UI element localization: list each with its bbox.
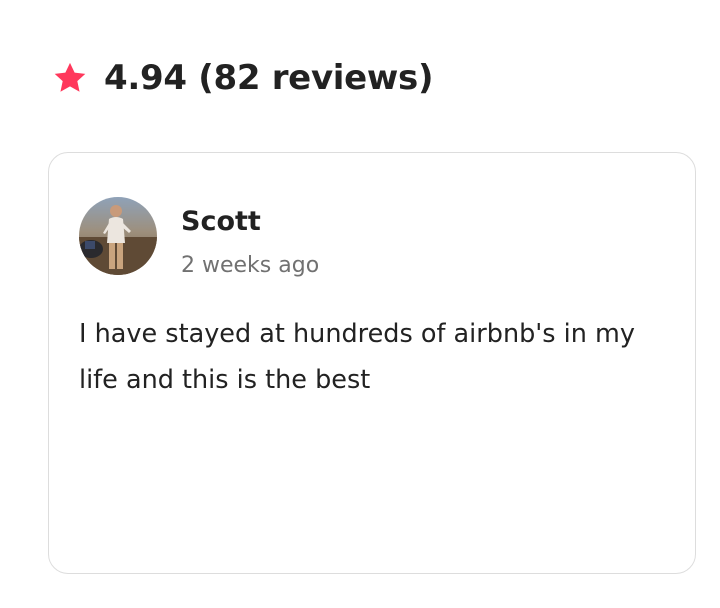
avatar[interactable] bbox=[79, 197, 157, 275]
reviewer-meta: Scott 2 weeks ago bbox=[181, 205, 319, 281]
rating-summary[interactable]: 4.94 (82 reviews) bbox=[104, 58, 434, 98]
reviews-section: 4.94 (82 reviews) Scott 2 weeks ago I ha… bbox=[0, 0, 720, 608]
review-text: I have stayed at hundreds of airbnb's in… bbox=[79, 319, 635, 395]
review-date: 2 weeks ago bbox=[181, 253, 320, 278]
rating-header: 4.94 (82 reviews) bbox=[52, 50, 434, 106]
review-card[interactable]: Scott 2 weeks ago I have stayed at hundr… bbox=[48, 152, 696, 574]
star-icon bbox=[52, 60, 88, 96]
reviewer-name: Scott bbox=[181, 206, 261, 237]
reviewer-info: Scott 2 weeks ago bbox=[79, 197, 319, 281]
